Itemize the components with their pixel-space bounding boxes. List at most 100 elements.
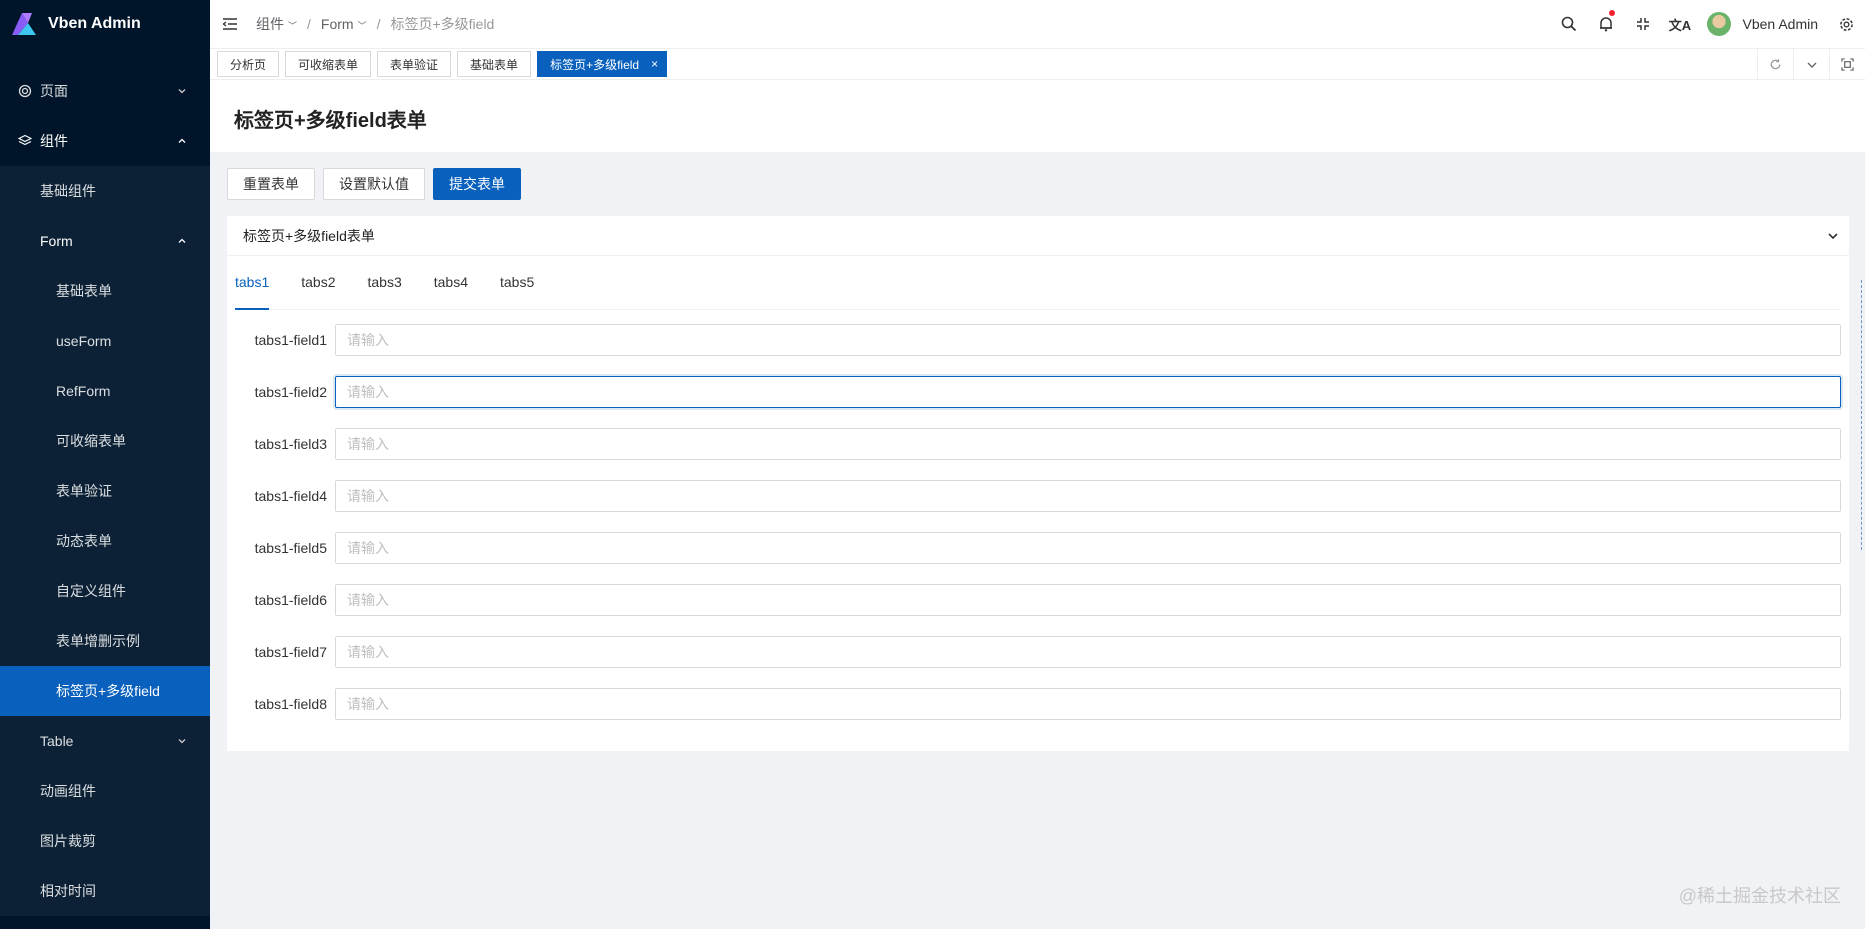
sidebar-item-label: 表单增删示例 (56, 633, 140, 649)
breadcrumb-label: 组件 (256, 16, 284, 32)
page-icon (18, 84, 32, 98)
tab-tabs1[interactable]: tabs1 (235, 255, 270, 310)
form-row: tabs1-field8 (227, 688, 1841, 740)
submit-form-button[interactable]: 提交表单 (433, 168, 521, 200)
page-tab[interactable]: 基础表单 (457, 51, 532, 77)
sidebar-item-label: 图片裁剪 (40, 833, 96, 849)
page-title: 标签页+多级field表单 (234, 110, 427, 132)
chevron-down-icon (178, 89, 186, 94)
fullscreen-icon (1637, 18, 1649, 30)
sidebar-item-image-crop[interactable]: 图片裁剪 (0, 816, 210, 866)
sidebar-item-custom-component[interactable]: 自定义组件 (0, 566, 210, 616)
sidebar-item-basic-form[interactable]: 基础表单 (0, 266, 210, 316)
tab-menu-button[interactable] (1793, 49, 1829, 80)
card-title: 标签页+多级field表单 (243, 227, 375, 244)
breadcrumb-item[interactable]: Form ﹀ (321, 16, 367, 32)
app-title: Vben Admin (48, 15, 141, 32)
sidebar-item-label: 页面 (40, 83, 68, 99)
sidebar-item-collapsible-form[interactable]: 可收缩表单 (0, 416, 210, 466)
breadcrumb-separator: / (307, 16, 311, 32)
tabs1-field7-input[interactable] (335, 636, 1841, 668)
sidebar-item-label: 自定义组件 (56, 583, 126, 599)
translate-icon: 文A (1668, 17, 1692, 33)
page-tab[interactable]: 可收缩表单 (285, 51, 372, 77)
tabs1-field8-input[interactable] (335, 688, 1841, 720)
set-default-button[interactable]: 设置默认值 (323, 168, 425, 200)
chevron-down-icon (178, 739, 186, 744)
field-label: tabs1-field6 (254, 592, 327, 608)
sidebar-item-label: 表单验证 (56, 483, 112, 499)
sidebar-item-label: useForm (56, 333, 112, 349)
field-label: tabs1-field1 (254, 332, 327, 348)
page-tab-label: 可收缩表单 (298, 57, 359, 72)
tab-tabs2[interactable]: tabs2 (301, 255, 335, 309)
chevron-down-icon[interactable] (1827, 230, 1839, 242)
page-tab-label: 表单验证 (390, 57, 439, 72)
field-label: tabs1-field7 (254, 644, 327, 660)
sidebar-item-animation[interactable]: 动画组件 (0, 766, 210, 816)
fold-content-button[interactable] (1829, 49, 1865, 80)
close-icon[interactable]: × (651, 57, 658, 71)
fullscreen-button[interactable] (1625, 0, 1662, 48)
sidebar-item-tabs-multilevel-field[interactable]: 标签页+多级field (0, 666, 210, 716)
tabs1-field3-input[interactable] (335, 428, 1841, 460)
tabs1-field4-input[interactable] (335, 480, 1841, 512)
notification-button[interactable] (1588, 0, 1625, 48)
breadcrumb: 组件 ﹀ / Form ﹀ / 标签页+多级field (256, 14, 494, 34)
breadcrumb-item[interactable]: 组件 ﹀ (256, 14, 297, 34)
tab-tabs3[interactable]: tabs3 (368, 255, 402, 309)
sidebar-item-label: 基础表单 (56, 283, 112, 299)
form-row: tabs1-field3 (227, 428, 1841, 480)
form-row: tabs1-field5 (227, 532, 1841, 584)
page-tab-label: 基础表单 (470, 57, 519, 72)
tab-tabs5[interactable]: tabs5 (500, 255, 534, 309)
sidebar: Vben Admin 页面 组件 基础组件 Form 基础表单 useForm … (0, 0, 210, 929)
sidebar-item-form-crud-example[interactable]: 表单增删示例 (0, 616, 210, 666)
sidebar-item-label: 标签页+多级field (56, 683, 160, 699)
language-button[interactable]: 文A (1662, 0, 1699, 48)
tabs1-field5-input[interactable] (335, 532, 1841, 564)
user-name: Vben Admin (1742, 16, 1819, 32)
sidebar-item-components[interactable]: 组件 (0, 116, 210, 166)
sidebar-item-refform[interactable]: RefForm (0, 366, 210, 416)
notification-badge (1608, 10, 1615, 16)
settings-button[interactable] (1828, 0, 1865, 48)
sidebar-item-label: RefForm (56, 383, 111, 399)
breadcrumb-separator: / (376, 16, 381, 32)
field-label: tabs1-field5 (254, 540, 327, 556)
tabs1-field1-input[interactable] (335, 324, 1841, 356)
sidebar-item-relative-time[interactable]: 相对时间 (0, 866, 210, 916)
chevron-down-icon (1807, 62, 1816, 68)
page-tab[interactable]: 分析页 (217, 51, 280, 77)
gear-icon (1840, 17, 1853, 31)
menu-fold-icon[interactable] (222, 17, 238, 31)
sidebar-item-useform[interactable]: useForm (0, 316, 210, 366)
page-header: 标签页+多级field表单 (210, 80, 1865, 152)
logo[interactable]: Vben Admin (0, 0, 210, 48)
page-tab-active[interactable]: 标签页+多级field × (537, 51, 668, 77)
reload-button[interactable] (1757, 49, 1793, 80)
sidebar-item-table[interactable]: Table (0, 716, 210, 766)
expand-icon (1841, 58, 1854, 71)
sidebar-item-label: 动画组件 (40, 783, 96, 799)
page-tab[interactable]: 表单验证 (377, 51, 452, 77)
user-dropdown[interactable]: Vben Admin (1706, 12, 1819, 36)
reset-form-button[interactable]: 重置表单 (227, 168, 315, 200)
bell-icon (1600, 17, 1612, 32)
avatar (1706, 12, 1731, 36)
sidebar-item-dynamic-form[interactable]: 动态表单 (0, 516, 210, 566)
sidebar-item-form[interactable]: Form (0, 216, 210, 266)
field-label: tabs1-field3 (254, 436, 327, 452)
sidebar-item-pages[interactable]: 页面 (0, 66, 210, 116)
tabs1-field6-input[interactable] (335, 584, 1841, 616)
sidebar-item-form-validation[interactable]: 表单验证 (0, 466, 210, 516)
tabs1-field2-input[interactable] (335, 376, 1841, 408)
card-header[interactable]: 标签页+多级field表单 (227, 216, 1849, 256)
form-actions: 重置表单 设置默认值 提交表单 (227, 168, 529, 200)
search-button[interactable] (1551, 0, 1588, 48)
watermark: @稀土掘金技术社区 (1678, 886, 1841, 906)
form-row: tabs1-field7 (227, 636, 1841, 688)
sidebar-item-basic-components[interactable]: 基础组件 (0, 166, 210, 216)
form-row: tabs1-field2 (227, 376, 1841, 428)
tab-tabs4[interactable]: tabs4 (434, 255, 468, 309)
